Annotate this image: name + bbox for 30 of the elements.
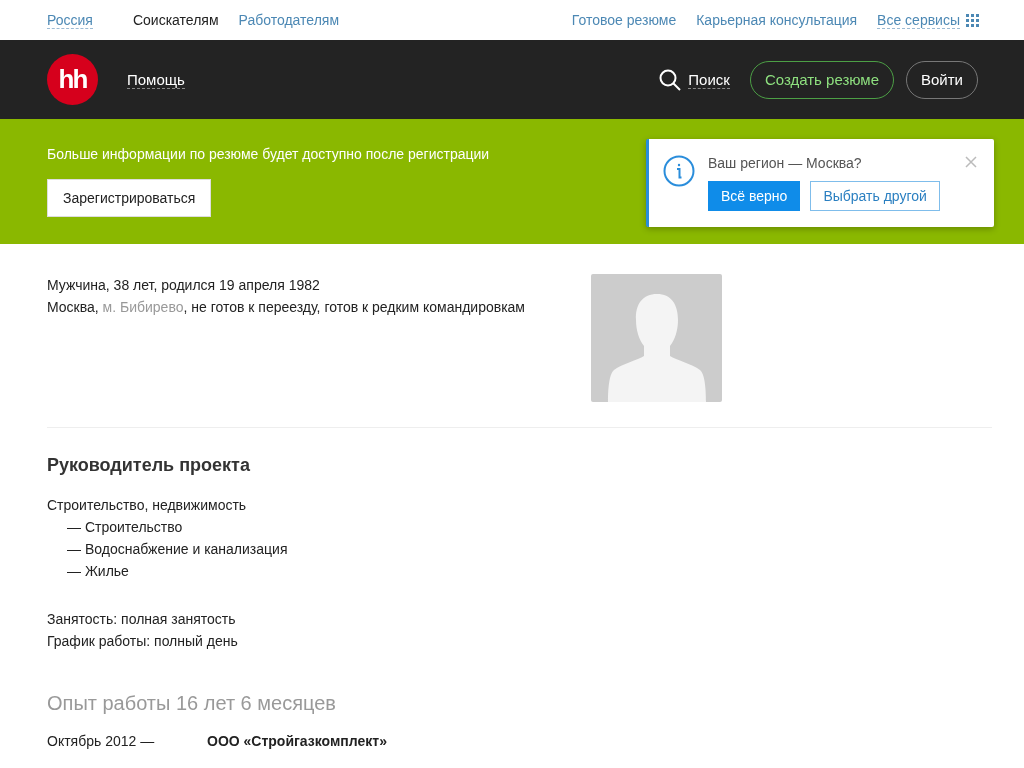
person-summary: Мужчина, 38 лет, родился 19 апреля 1982 (47, 276, 321, 295)
help-link[interactable]: Помощь (127, 70, 185, 89)
nav-link[interactable]: Готовое резюме (571, 12, 677, 28)
services-link[interactable]: Все сервисы (877, 11, 960, 29)
company-name: ООО «Стройгазкомплект» (207, 733, 387, 749)
position-title: Руководитель проекта (47, 455, 251, 476)
experience-title: Опыт работы 16 лет 6 месяцев (47, 692, 337, 715)
audience-tab[interactable]: Работодателям (238, 12, 339, 28)
location-text: Москва, м. Бибирево, не готов к переезду, готов к редким командировкам (47, 298, 525, 317)
specialization-text: — Жилье (66, 562, 130, 581)
close-button[interactable] (964, 155, 978, 169)
info-icon (663, 155, 695, 187)
confirm-region-button[interactable]: Всё верно (708, 181, 801, 211)
audience-tab[interactable]: Соискателям (132, 12, 219, 28)
region-link[interactable]: Россия (47, 11, 93, 29)
logo[interactable]: hh (47, 54, 98, 105)
nav-link[interactable]: Карьерная консультация (696, 12, 858, 28)
job-period: Октябрь 2012 — (47, 733, 156, 749)
search-icon (659, 68, 682, 91)
banner-text: Больше информации по резюме будет доступно после регистрации (47, 146, 491, 162)
search-button[interactable]: Поиск (659, 68, 730, 91)
choose-region-button[interactable]: Выбрать другой (810, 181, 940, 211)
region-question: Ваш регион — Москва? (708, 155, 863, 171)
industry-text: Строительство, недвижимость (47, 496, 248, 515)
grid-icon (966, 13, 979, 27)
employment-text: Занятость: полная занятость (47, 610, 237, 629)
schedule-text: График работы: полный день (47, 632, 239, 651)
register-button[interactable]: Зарегистрироваться (47, 179, 212, 217)
specialization-text: — Водоснабжение и канализация (66, 540, 289, 559)
specialization-text: — Строительство (66, 518, 184, 537)
